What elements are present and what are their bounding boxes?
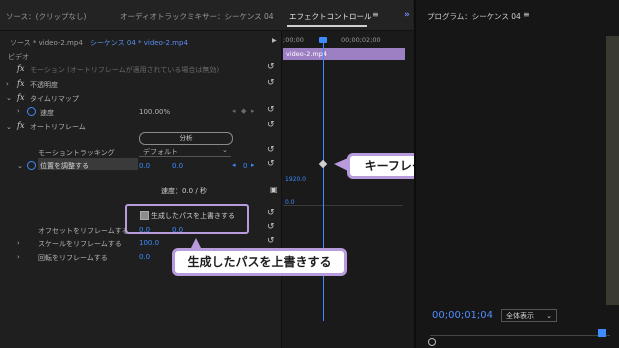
callout-pointer-override <box>191 238 201 248</box>
callout-override: 生成したパスを上書きする <box>172 248 347 276</box>
fit-select[interactable]: 全体表示 ⌄ <box>501 309 557 322</box>
program-menu-icon[interactable]: ≡ <box>523 10 530 19</box>
program-monitor-panel <box>414 0 619 348</box>
program-time-ruler[interactable] <box>430 335 610 336</box>
video-preview <box>606 36 619 305</box>
program-timecode[interactable]: 00;00;01;04 <box>432 310 493 321</box>
callout-pointer-keyframe <box>334 158 348 171</box>
program-monitor-title[interactable]: プログラム：シーケンス 04 <box>427 11 521 22</box>
program-playhead[interactable] <box>598 329 606 337</box>
chevron-down-icon: ⌄ <box>546 312 552 320</box>
zoom-handle-icon[interactable] <box>428 338 436 346</box>
fit-select-value: 全体表示 <box>506 312 534 320</box>
